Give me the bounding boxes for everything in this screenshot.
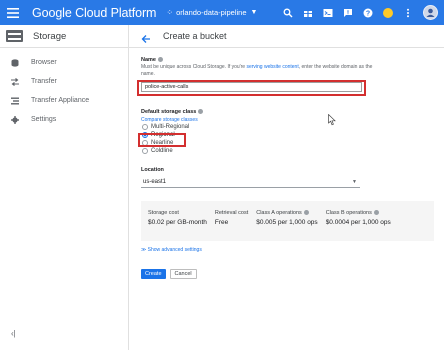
compare-storage-classes-link[interactable]: Compare storage classes xyxy=(141,117,203,123)
cost-retrieval: Retrieval cost Free xyxy=(214,210,249,226)
location-section: Location us-east1 ▼ xyxy=(141,167,360,188)
avatar[interactable] xyxy=(423,5,438,20)
name-highlight-box xyxy=(137,80,366,96)
cloud-shell-icon[interactable] xyxy=(323,8,333,18)
storage-product-icon xyxy=(6,30,23,42)
help-icon[interactable] xyxy=(157,57,163,63)
sidebar-item-label: Transfer Appliance xyxy=(31,97,90,104)
main-panel: Create a bucket Name Must be unique acro… xyxy=(129,25,444,350)
radio-button[interactable] xyxy=(142,124,148,130)
serving-website-content-link[interactable]: serving website content xyxy=(246,64,298,70)
location-label: Location xyxy=(141,167,164,173)
radio-button[interactable] xyxy=(142,148,148,154)
chevron-down-icon: ▼ xyxy=(250,9,258,16)
show-advanced-settings-link[interactable]: ≫ Show advanced settings xyxy=(141,247,202,253)
transfer-arrows-icon xyxy=(10,77,19,86)
chevron-down-icon: ▼ xyxy=(352,179,357,185)
sidebar-item-label: Settings xyxy=(31,116,57,123)
help-icon[interactable]: ? xyxy=(363,8,373,18)
sidebar-item-transfer[interactable]: Transfer xyxy=(0,72,128,91)
notifications-alert-icon[interactable] xyxy=(343,8,353,18)
cancel-button[interactable]: Cancel xyxy=(169,269,197,279)
main-header: Create a bucket xyxy=(129,25,444,48)
form-actions: Create Cancel xyxy=(141,269,197,279)
radio-multi-regional[interactable]: Multi-Regional xyxy=(142,123,203,131)
search-icon[interactable] xyxy=(283,8,293,18)
regional-highlight-box xyxy=(138,133,186,147)
svg-text:?: ? xyxy=(366,10,370,17)
sidebar-title: Storage xyxy=(33,30,67,42)
radio-coldline[interactable]: Coldline xyxy=(142,147,203,155)
project-selector[interactable]: ⁘ orlando-data-pipeline ▼ xyxy=(166,8,257,17)
sidebar-item-label: Browser xyxy=(31,59,57,66)
expand-icon: ≫ xyxy=(141,247,147,253)
help-icon[interactable] xyxy=(303,210,309,216)
page-title: Create a bucket xyxy=(163,31,227,41)
name-note: Must be unique across Cloud Storage. If … xyxy=(141,64,373,77)
back-arrow-icon[interactable] xyxy=(141,31,151,43)
storage-class-section: Default storage class Compare storage cl… xyxy=(138,109,204,155)
collapse-sidebar-icon[interactable]: ‹| xyxy=(11,329,16,338)
storage-disk-icon xyxy=(10,58,19,67)
cost-class-a: Class A operations $0.005 per 1,000 ops xyxy=(256,210,318,226)
appliance-icon xyxy=(10,96,19,105)
notifications-badge-icon[interactable] xyxy=(383,7,393,18)
brand-title[interactable]: Google Cloud Platform xyxy=(32,6,156,20)
sidebar-item-label: Transfer xyxy=(31,78,57,85)
project-icon: ⁘ xyxy=(166,8,174,17)
location-select[interactable]: us-east1 ▼ xyxy=(141,177,360,188)
top-bar: Google Cloud Platform ⁘ orlando-data-pip… xyxy=(0,0,444,25)
help-icon[interactable] xyxy=(373,210,379,216)
cost-storage: Storage cost $0.02 per GB-month xyxy=(148,210,207,226)
project-name: orlando-data-pipeline xyxy=(176,8,247,17)
name-label: Name xyxy=(141,57,441,63)
cost-summary: Storage cost $0.02 per GB-month Retrieva… xyxy=(141,201,434,241)
menu-icon[interactable] xyxy=(0,0,26,25)
more-vert-icon[interactable] xyxy=(403,8,413,18)
top-icons: ? xyxy=(273,0,438,25)
location-value: us-east1 xyxy=(143,179,167,185)
sidebar-header: Storage xyxy=(0,25,128,48)
sidebar-item-browser[interactable]: Browser xyxy=(0,53,128,72)
sidebar-item-transfer-appliance[interactable]: Transfer Appliance xyxy=(0,91,128,110)
cost-class-b: Class B operations $0.0004 per 1,000 ops xyxy=(325,210,391,226)
gear-icon xyxy=(10,115,19,124)
create-button[interactable]: Create xyxy=(141,269,166,279)
create-bucket-form: Name Must be unique across Cloud Storage… xyxy=(137,57,441,279)
sidebar-item-settings[interactable]: Settings xyxy=(0,110,128,129)
mouse-cursor-icon xyxy=(328,113,336,126)
gift-icon[interactable] xyxy=(303,8,313,18)
storage-class-label: Default storage class xyxy=(141,109,204,115)
help-icon[interactable] xyxy=(198,109,204,115)
sidebar: Storage Browser Transfer Transfer Applia… xyxy=(0,25,129,350)
